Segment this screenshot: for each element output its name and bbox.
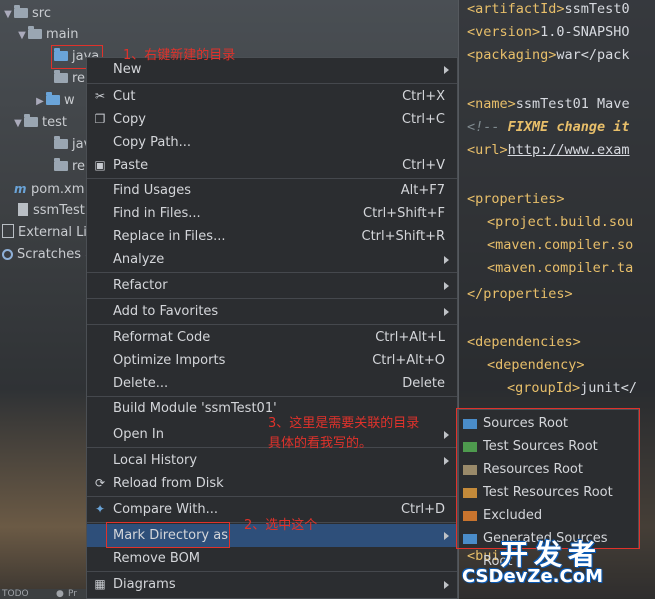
- menu-item-refactor[interactable]: Refactor: [87, 274, 457, 297]
- info-icon: ●: [56, 589, 64, 599]
- code-line: <version>1.0-SNAPSHO: [467, 24, 630, 40]
- folder-icon: [54, 136, 68, 149]
- menu-item-copy[interactable]: ❐ Copy Ctrl+C: [87, 108, 457, 131]
- annotation-step-2: 2、选中这个: [244, 518, 318, 533]
- menu-item-add-to-favorites[interactable]: Add to Favorites: [87, 300, 457, 323]
- menu-separator: [87, 272, 457, 273]
- menu-separator: [87, 571, 457, 572]
- menu-item-diagrams[interactable]: ▦ Diagrams: [87, 573, 457, 596]
- tree-item-main[interactable]: ▼ main: [16, 24, 78, 46]
- tree-item-iml[interactable]: ssmTest: [18, 200, 85, 222]
- folder-icon: [54, 158, 68, 171]
- submenu-arrow-icon: [444, 457, 449, 465]
- watermark-text: CSDevZe.CoM: [462, 566, 603, 587]
- code-line: <name>ssmTest01 Mave: [467, 96, 630, 112]
- annotation-step-1: 1、右键新建的目录: [123, 48, 236, 63]
- submenu-arrow-icon: [444, 532, 449, 540]
- tool-window-problems[interactable]: Pr: [68, 589, 77, 599]
- code-line: <maven.compiler.so: [487, 237, 634, 253]
- clipboard-icon: ▣: [94, 158, 106, 172]
- submenu-arrow-icon: [444, 308, 449, 316]
- highlight-box-mark-directory: [106, 522, 230, 548]
- menu-item-cut[interactable]: ✂ Cut Ctrl+X: [87, 85, 457, 108]
- menu-item-local-history[interactable]: Local History: [87, 449, 457, 472]
- folder-icon: [24, 114, 38, 127]
- submenu-arrow-icon: [444, 431, 449, 439]
- submenu-arrow-icon: [444, 581, 449, 589]
- tree-item-external-libraries[interactable]: External Lib: [2, 222, 95, 244]
- menu-separator: [87, 298, 457, 299]
- submenu-arrow-icon: [444, 256, 449, 264]
- folder-icon: [54, 70, 68, 83]
- menu-item-optimize-imports[interactable]: Optimize Imports Ctrl+Alt+O: [87, 349, 457, 372]
- tree-item-resources[interactable]: re: [54, 68, 85, 90]
- tree-item-scratches[interactable]: Scratches a: [2, 244, 93, 266]
- copy-icon: ❐: [94, 112, 106, 126]
- reload-icon: ⟳: [94, 476, 106, 490]
- code-line: <url>http://www.exam: [467, 142, 630, 158]
- menu-item-reload-from-disk[interactable]: ⟳ Reload from Disk: [87, 472, 457, 495]
- diagram-icon: ▦: [94, 577, 106, 591]
- folder-icon: [14, 5, 28, 18]
- menu-item-copy-path[interactable]: Copy Path...: [87, 131, 457, 154]
- tree-item-pom[interactable]: m pom.xm: [14, 178, 84, 200]
- menu-item-replace-in-files[interactable]: Replace in Files... Ctrl+Shift+R: [87, 225, 457, 248]
- scratches-icon: [2, 249, 13, 260]
- menu-separator: [87, 83, 457, 84]
- maven-icon: m: [14, 182, 27, 196]
- chevron-down-icon[interactable]: ▼: [12, 113, 24, 135]
- chevron-down-icon[interactable]: ▼: [16, 25, 28, 47]
- tree-item-src[interactable]: ▼ src: [2, 3, 51, 25]
- code-line: <properties>: [467, 191, 565, 207]
- tool-window-todo[interactable]: TODO: [2, 589, 29, 599]
- code-line: <groupId>junit</: [507, 380, 638, 396]
- scissors-icon: ✂: [94, 89, 106, 103]
- code-line: <artifactId>ssmTest0: [467, 1, 630, 17]
- folder-icon: [28, 26, 42, 39]
- file-icon: [18, 203, 28, 216]
- annotation-step-3-line2: 具体的看我写的。: [268, 436, 373, 451]
- menu-item-remove-bom[interactable]: Remove BOM: [87, 547, 457, 570]
- menu-item-delete[interactable]: Delete... Delete: [87, 372, 457, 395]
- menu-item-find-in-files[interactable]: Find in Files... Ctrl+Shift+F: [87, 202, 457, 225]
- menu-item-analyze[interactable]: Analyze: [87, 248, 457, 271]
- compare-icon: ✦: [94, 502, 106, 516]
- menu-item-reformat-code[interactable]: Reformat Code Ctrl+Alt+L: [87, 326, 457, 349]
- menu-separator: [87, 324, 457, 325]
- tree-item-test[interactable]: ▼ test: [12, 112, 67, 134]
- chevron-right-icon[interactable]: ▶: [34, 91, 46, 113]
- submenu-arrow-icon: [444, 282, 449, 290]
- chevron-down-icon[interactable]: ▼: [2, 4, 14, 26]
- submenu-arrow-icon: [444, 66, 449, 74]
- code-line: <!-- FIXME change it: [467, 119, 630, 135]
- annotation-step-3-line1: 3、这里是需要关联的目录: [268, 416, 420, 431]
- code-line: </properties>: [467, 286, 573, 302]
- code-line: <maven.compiler.ta: [487, 260, 634, 276]
- menu-separator: [87, 496, 457, 497]
- menu-item-paste[interactable]: ▣ Paste Ctrl+V: [87, 154, 457, 177]
- bottom-tool-bar: TODO ● Pr: [0, 589, 86, 599]
- library-icon: [2, 224, 14, 238]
- code-line: <packaging>war</pack: [467, 47, 630, 63]
- menu-item-find-usages[interactable]: Find Usages Alt+F7: [87, 179, 457, 202]
- code-line: <project.build.sou: [487, 214, 634, 230]
- highlight-box-submenu: [456, 408, 640, 549]
- code-line: <dependencies>: [467, 334, 581, 350]
- tree-item-test-resources[interactable]: re: [54, 156, 85, 178]
- folder-icon: [46, 92, 60, 105]
- tree-item-webapp[interactable]: ▶ w: [34, 90, 75, 112]
- code-line: <dependency>: [487, 357, 585, 373]
